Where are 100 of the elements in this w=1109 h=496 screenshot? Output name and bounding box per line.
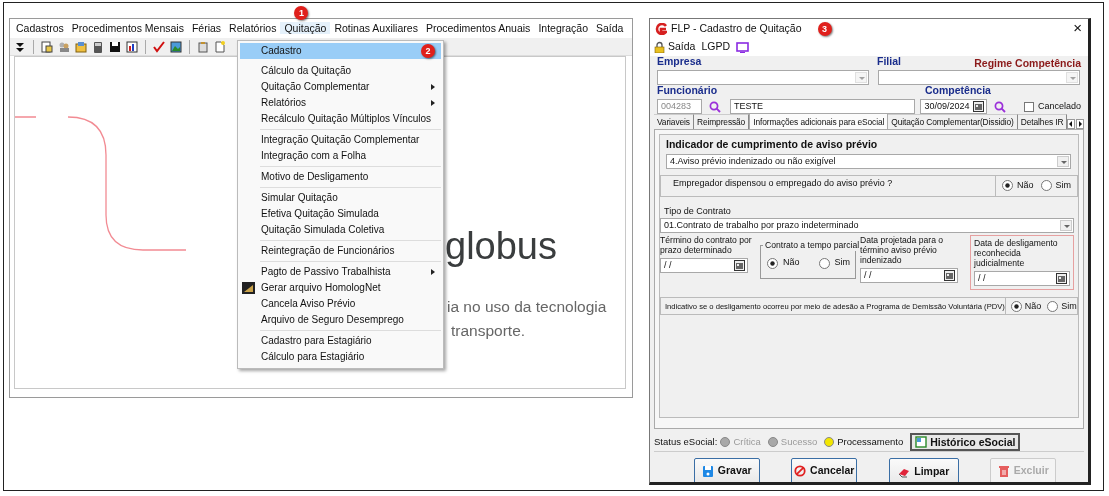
trash-icon: [997, 464, 1010, 478]
action-button[interactable]: Limpar: [888, 458, 959, 482]
menu-option[interactable]: Integração com a Folha: [240, 148, 441, 164]
radio-button[interactable]: [818, 257, 830, 269]
radio-button[interactable]: [1002, 180, 1013, 192]
radio-label: Sim: [1055, 179, 1071, 192]
padlock-icon[interactable]: [654, 41, 665, 53]
date-field[interactable]: / /: [860, 268, 958, 284]
menu-option[interactable]: Integração Quitação Complementar: [240, 132, 441, 148]
action-button[interactable]: Cancelar: [791, 458, 858, 482]
checkbox[interactable]: [1024, 101, 1034, 112]
calendar-icon[interactable]: [973, 101, 985, 112]
menu-option[interactable]: Efetiva Quitação Simulada: [240, 206, 441, 222]
people-icon[interactable]: [58, 40, 70, 53]
menu-option[interactable]: Quitação Simulada Coletiva: [240, 222, 441, 238]
clipboard-icon[interactable]: [197, 40, 209, 53]
menu-option[interactable]: Recálculo Quitação Múltiplos Vínculos: [240, 111, 441, 127]
menu-option[interactable]: Simular Quitação: [240, 190, 441, 206]
tab[interactable]: Variaveis: [654, 114, 694, 129]
tab[interactable]: Reimpressão: [693, 114, 750, 129]
submenu-arrow-icon: [431, 269, 435, 275]
calendar-icon[interactable]: [944, 270, 955, 282]
name-field[interactable]: TESTE: [730, 99, 916, 114]
status-label: Status eSocial:: [654, 434, 718, 449]
menu-option[interactable]: Gerar arquivo HomologNet: [240, 280, 441, 296]
scroll-left-icon[interactable]: [1067, 119, 1076, 129]
history-button[interactable]: Histórico eSocial: [910, 433, 1021, 451]
radio-label: Não: [1024, 299, 1042, 313]
radio-label: Sim: [834, 256, 850, 270]
status-text: Processamento: [837, 434, 904, 449]
menu-option[interactable]: Cadastro 2: [240, 43, 441, 59]
menu-option[interactable]: Quitação Complementar: [240, 79, 441, 95]
dropdown-field[interactable]: [657, 70, 869, 85]
notepad-icon: [915, 436, 928, 448]
menu-item[interactable]: Cadastros: [12, 22, 68, 34]
scroll-right-icon[interactable]: [1076, 119, 1085, 129]
search-icon[interactable]: [709, 100, 721, 113]
menu-option[interactable]: Reintegração de Funcionários: [240, 243, 441, 259]
field-label: Tipo de Contrato: [664, 204, 732, 218]
folder-icon[interactable]: [75, 40, 87, 53]
new-document-icon[interactable]: [214, 40, 226, 53]
check-mark-icon[interactable]: [153, 40, 165, 53]
search-icon[interactable]: [994, 100, 1007, 113]
regime-label: Regime Competência: [974, 56, 1081, 71]
radio-button[interactable]: [1010, 300, 1022, 312]
radio-button[interactable]: [1047, 300, 1059, 312]
menu-item[interactable]: Saída: [592, 22, 628, 34]
status-text: Crítica: [733, 434, 761, 449]
tab[interactable]: Quitação Complementar(Dissidio): [888, 114, 1018, 129]
dropdown-field[interactable]: 01.Contrato de trabalho por prazo indeterminado: [660, 218, 1074, 234]
menu-option[interactable]: Cálculo da Quitação: [240, 63, 441, 79]
calendar-icon[interactable]: [734, 260, 745, 272]
toolbar-button[interactable]: Saída: [668, 39, 696, 55]
dropdown-field[interactable]: 4.Aviso prévio indenizado ou não exigível: [666, 153, 1071, 169]
menu-item[interactable]: Integração: [534, 22, 592, 34]
menu-option[interactable]: Cancela Aviso Prévio: [240, 296, 441, 312]
menu-option[interactable]: Pagto de Passivo Trabalhista: [240, 264, 441, 280]
toolbar-button[interactable]: LGPD: [701, 39, 731, 55]
menu-option[interactable]: Cálculo para Estagiário: [240, 349, 441, 365]
tagline-text: transporte.: [451, 321, 526, 341]
menu-item[interactable]: Relatórios: [225, 22, 281, 34]
radio-label: Sim: [1061, 299, 1077, 313]
submenu-arrow-icon: [431, 84, 435, 90]
step-badge: 3: [817, 21, 832, 36]
window-title: FLP - Cadastro de Quitação: [671, 20, 802, 36]
menu-item[interactable]: Rotinas Auxiliares: [330, 22, 422, 34]
field-label: Funcionário: [657, 83, 719, 99]
tab[interactable]: Detalhes IR: [1017, 114, 1068, 129]
submenu-arrow-icon: [431, 100, 435, 106]
document-icon[interactable]: [41, 40, 53, 53]
calendar-icon[interactable]: [1056, 273, 1067, 285]
brand-name: globus: [445, 227, 557, 265]
date-field[interactable]: / /: [660, 258, 748, 274]
close-button[interactable]: ×: [1073, 20, 1082, 36]
menu-item[interactable]: Quitação: [280, 22, 331, 34]
double-arrow-down-icon[interactable]: [14, 40, 26, 53]
code-field[interactable]: 004283: [657, 99, 702, 114]
field-label: Competência: [925, 83, 991, 99]
question-text: Empregador dispensou o empregado do aviso prévio ?: [672, 176, 894, 190]
field-label: Filial: [877, 54, 901, 70]
bar-chart-icon[interactable]: [126, 40, 138, 53]
dropdown-field[interactable]: [878, 70, 1080, 85]
menu-item[interactable]: Procedimentos Mensais: [67, 22, 188, 34]
radio-button[interactable]: [767, 257, 778, 269]
menu-option[interactable]: Arquivo de Seguro Desemprego: [240, 312, 441, 328]
step-badge: 2: [421, 44, 435, 58]
radio-label: Não: [783, 256, 800, 270]
menu-item[interactable]: Procedimentos Anuais: [421, 22, 535, 34]
action-button[interactable]: Gravar: [693, 458, 760, 482]
menu-option[interactable]: Cadastro para Estagiário: [240, 333, 441, 349]
menu-item[interactable]: Férias: [187, 22, 226, 34]
field-label: Data projetada para o término aviso prévio indenizado: [860, 235, 945, 266]
radio-button[interactable]: [1040, 180, 1052, 192]
image-icon[interactable]: [170, 40, 182, 53]
calculator-icon[interactable]: [92, 40, 104, 53]
radio-label: Não: [1017, 179, 1034, 192]
date-field[interactable]: / /: [974, 271, 1070, 287]
date-field[interactable]: 30/09/2024: [920, 99, 988, 114]
menu-option[interactable]: Relatórios: [240, 95, 441, 111]
menu-option[interactable]: Motivo de Desligamento: [240, 169, 441, 185]
